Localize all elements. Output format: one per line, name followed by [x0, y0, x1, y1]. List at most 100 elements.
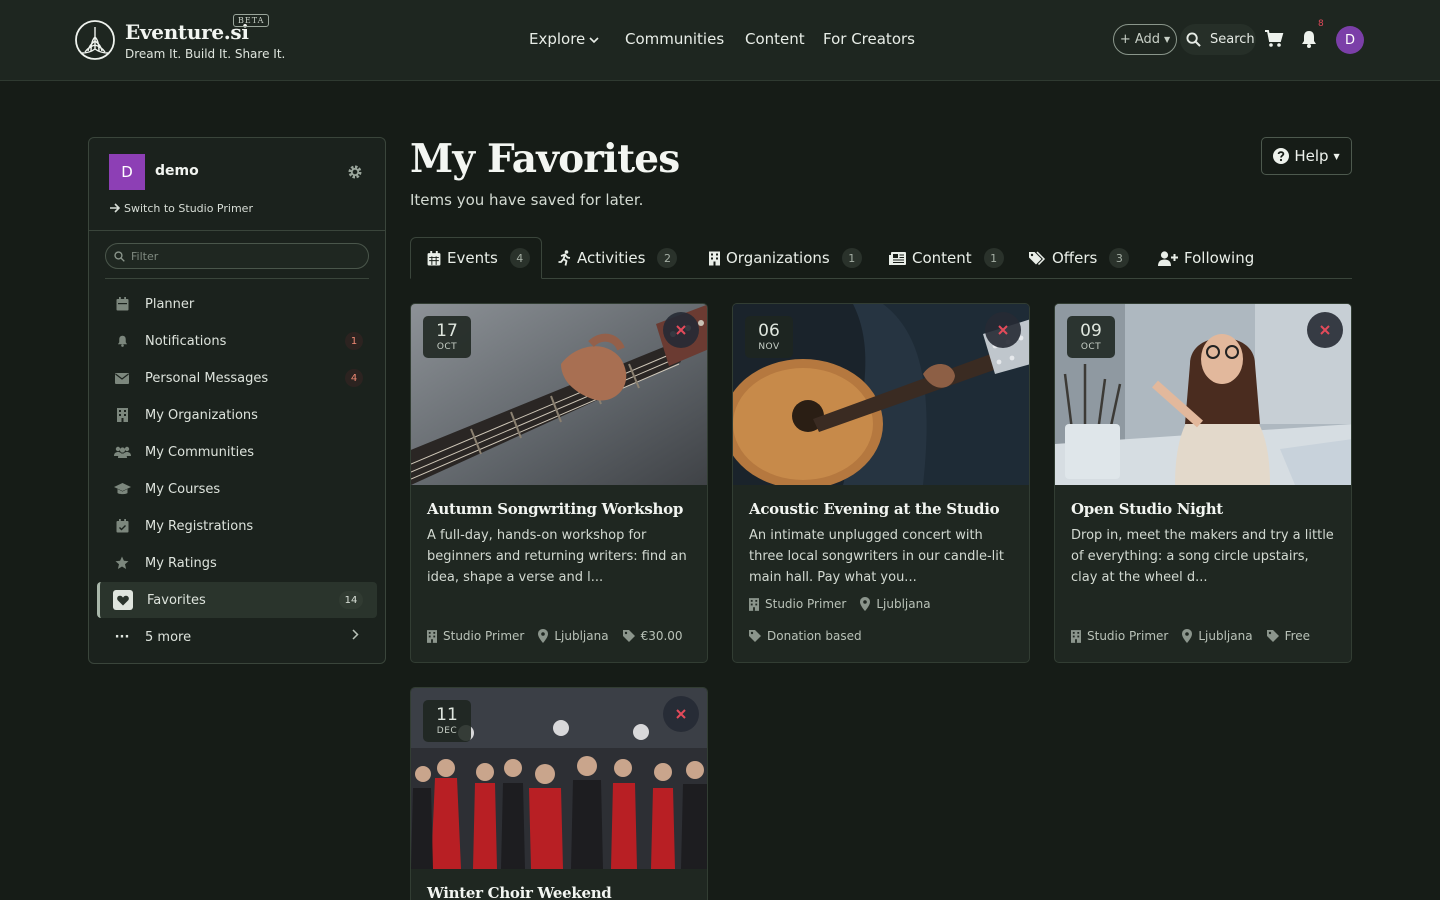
tab-following[interactable]: Following	[1158, 237, 1254, 279]
newspaper-icon	[889, 251, 906, 265]
help-dropdown-button[interactable]: Help ▼	[1261, 137, 1352, 175]
cart-icon[interactable]	[1264, 29, 1284, 49]
sidebar-item-my-registrations[interactable]: My Registrations	[97, 508, 377, 544]
tags-icon	[1029, 250, 1046, 265]
sidebar-item-label: Personal Messages	[145, 370, 269, 386]
close-icon	[676, 709, 686, 719]
event-location: Ljubljana	[1198, 629, 1253, 643]
event-title[interactable]: Autumn Songwriting Workshop	[427, 500, 683, 518]
tab-content[interactable]: Content 1	[889, 237, 1004, 279]
filter-input[interactable]	[131, 249, 351, 263]
event-day: 17	[436, 321, 458, 341]
add-dropdown-button[interactable]: + Add ▼	[1113, 24, 1177, 55]
sidebar-item-my-communities[interactable]: My Communities	[97, 434, 377, 470]
tab-count: 3	[1109, 248, 1130, 268]
tab-label: Following	[1184, 249, 1255, 267]
remove-favorite-button[interactable]	[663, 696, 699, 732]
sidebar-item-label: Notifications	[145, 333, 227, 349]
sidebar-item-my-courses[interactable]: My Courses	[97, 471, 377, 507]
tab-label: Offers	[1052, 249, 1098, 267]
sidebar-avatar[interactable]: D	[109, 154, 145, 190]
running-icon	[558, 250, 571, 266]
tab-label: Content	[912, 249, 972, 267]
remove-favorite-button[interactable]	[985, 312, 1021, 348]
beta-badge: BETA	[233, 14, 270, 27]
star-icon	[113, 554, 131, 572]
sidebar-item-favorites[interactable]: Favorites 14	[97, 582, 377, 618]
event-title[interactable]: Open Studio Night	[1071, 500, 1223, 518]
notification-count: 8	[1318, 19, 1324, 29]
nav-explore-label: Explore	[529, 30, 586, 48]
tab-events[interactable]: Events 4	[410, 237, 542, 279]
event-meta: Donation based	[749, 629, 876, 643]
sidebar-item-label: 5 more	[145, 629, 192, 645]
arrow-right-icon	[110, 203, 121, 213]
event-day: 06	[758, 321, 780, 341]
chevron-down-icon	[589, 34, 599, 47]
tab-offers[interactable]: Offers 3	[1029, 237, 1130, 279]
tag-icon	[622, 630, 635, 642]
event-description: An intimate unplugged concert with three…	[749, 528, 1004, 585]
remove-favorite-button[interactable]	[663, 312, 699, 348]
close-icon	[676, 325, 686, 335]
building-icon	[709, 251, 720, 265]
sidebar-item-label: My Organizations	[145, 407, 258, 423]
tag-icon	[749, 630, 761, 642]
tab-activities[interactable]: Activities 2	[558, 237, 678, 279]
bell-icon[interactable]	[1299, 29, 1319, 49]
sidebar-item-label: My Registrations	[145, 518, 254, 534]
event-meta: Studio Primer Ljubljana €30.00	[427, 629, 697, 643]
event-month: DEC	[436, 726, 458, 736]
event-description: A full-day, hands-on workshop for beginn…	[427, 528, 687, 585]
sidebar-item-label: My Ratings	[145, 555, 217, 571]
event-organizer[interactable]: Studio Primer	[1087, 629, 1168, 643]
account-sidebar: D demo Switch to Studio Primer Planner N…	[88, 137, 386, 664]
sidebar-item-notifications[interactable]: Notifications 1	[97, 323, 377, 359]
event-card[interactable]: 06 NOV Acoustic Evening at the Studio An…	[732, 303, 1030, 663]
remove-favorite-button[interactable]	[1307, 312, 1343, 348]
switch-account-link[interactable]: Switch to Studio Primer	[109, 202, 253, 215]
user-avatar[interactable]: D	[1336, 26, 1364, 54]
nav-explore[interactable]: Explore	[529, 30, 599, 48]
close-icon	[1320, 325, 1330, 335]
chevron-right-icon	[352, 628, 359, 644]
tree-logo-icon[interactable]	[74, 19, 116, 61]
event-date-badge: 09 OCT	[1067, 316, 1115, 358]
event-title[interactable]: Winter Choir Weekend	[427, 884, 612, 900]
sidebar-item-my-ratings[interactable]: My Ratings	[97, 545, 377, 581]
sidebar-item-personal-messages[interactable]: Personal Messages 4	[97, 360, 377, 396]
nav-content[interactable]: Content	[745, 30, 805, 48]
event-title[interactable]: Acoustic Evening at the Studio	[749, 500, 1000, 518]
gear-icon[interactable]	[347, 164, 363, 180]
nav-for-creators[interactable]: For Creators	[823, 30, 915, 48]
caret-down-icon: ▼	[1164, 35, 1171, 44]
sidebar-item-my-organizations[interactable]: My Organizations	[97, 397, 377, 433]
event-card[interactable]: 09 OCT Open Studio Night Drop in, meet t…	[1054, 303, 1352, 663]
sidebar-item-planner[interactable]: Planner	[97, 286, 377, 322]
map-pin-icon	[860, 597, 871, 611]
tab-count: 2	[657, 248, 678, 268]
event-organizer[interactable]: Studio Primer	[443, 629, 524, 643]
divider	[89, 230, 385, 231]
tab-organizations[interactable]: Organizations 1	[709, 237, 862, 279]
page-title: My Favorites	[410, 136, 680, 182]
event-month: OCT	[1080, 342, 1102, 352]
map-pin-icon	[1182, 629, 1193, 643]
top-navbar: Eventure.si BETA Dream It. Build It. Sha…	[0, 0, 1440, 81]
sidebar-item-more[interactable]: ··· 5 more	[97, 619, 377, 655]
ellipsis-icon: ···	[114, 629, 130, 645]
sidebar-filter	[105, 243, 369, 269]
notification-badge: 1	[345, 332, 363, 350]
tab-label: Organizations	[726, 249, 830, 267]
event-card[interactable]: 11 DEC Winter Choir Weekend	[410, 687, 708, 900]
brand-name[interactable]: Eventure.si	[125, 20, 249, 44]
nav-communities[interactable]: Communities	[625, 30, 724, 48]
event-day: 11	[436, 705, 458, 725]
event-card[interactable]: 17 OCT Autumn Songwriting Workshop A ful…	[410, 303, 708, 663]
event-organizer[interactable]: Studio Primer	[765, 597, 846, 611]
search-button[interactable]: Search	[1180, 24, 1256, 55]
bell-icon	[113, 332, 131, 350]
event-date-badge: 06 NOV	[745, 316, 793, 358]
sidebar-username[interactable]: demo	[155, 163, 199, 179]
tab-count: 1	[841, 248, 862, 268]
